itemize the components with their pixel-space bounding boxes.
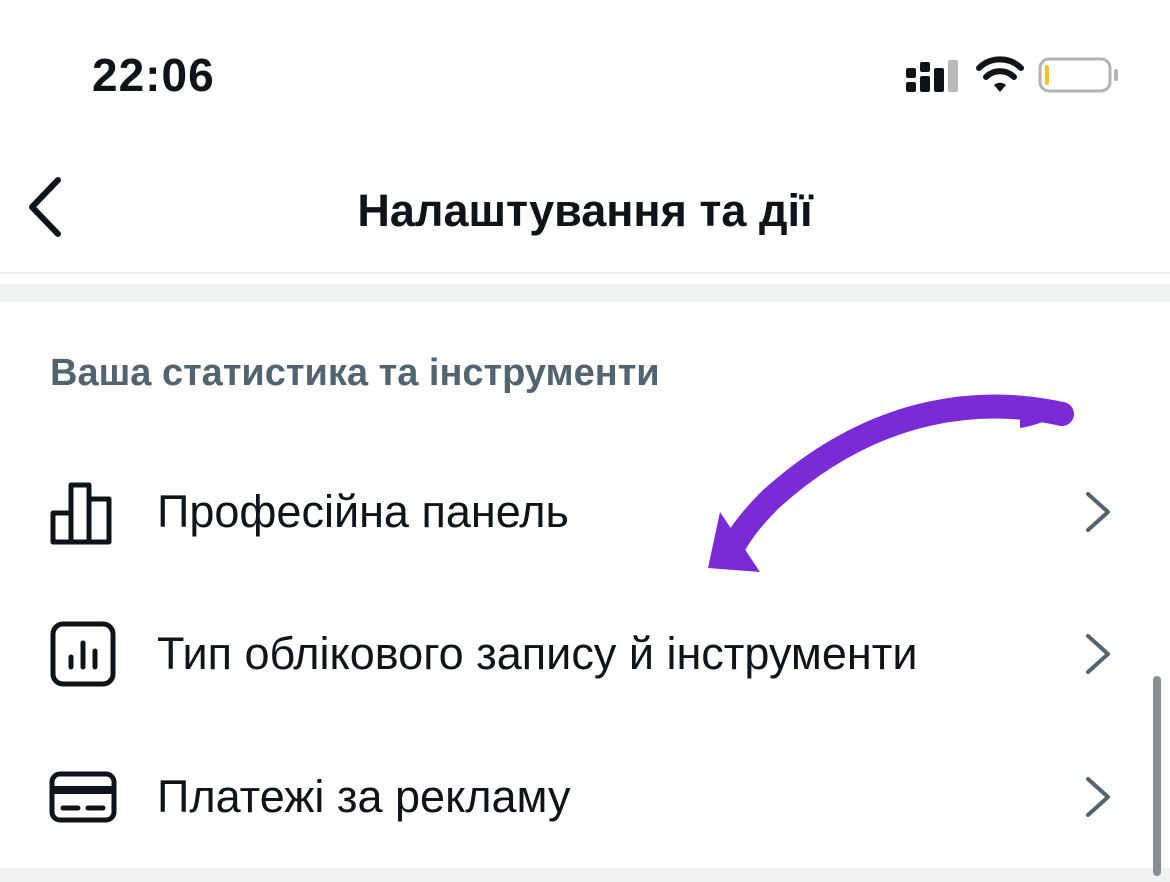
analytics-box-icon [50,621,116,687]
chevron-right-icon [1086,492,1110,532]
wifi-icon [976,56,1024,92]
menu-item-label: Платежі за рекламу [157,771,571,822]
annotation-arrow-icon [708,394,1074,572]
status-time: 22:06 [92,49,215,101]
menu-item-label: Тип облікового запису й інструменти [157,628,918,679]
nav-header: Налаштування та дії [0,150,1170,274]
page-title: Налаштування та дії [357,185,813,236]
section-divider [0,284,1170,302]
menu-item-account-type-tools[interactable]: Тип облікового запису й інструменти [0,584,1140,724]
bar-chart-icon [50,482,112,545]
menu-item-label: Професійна панель [157,486,569,537]
scrollbar[interactable] [1153,676,1161,876]
section-divider-bottom [0,868,1170,882]
section-title: Ваша статистика та інструменти [50,352,660,394]
battery-icon [1038,57,1118,93]
credit-card-icon [49,771,117,823]
status-bar: 22:06 [0,0,1170,150]
chevron-right-icon [1086,634,1110,674]
chevron-right-icon [1086,777,1110,817]
menu-item-ad-payments[interactable]: Платежі за рекламу [0,727,1140,867]
